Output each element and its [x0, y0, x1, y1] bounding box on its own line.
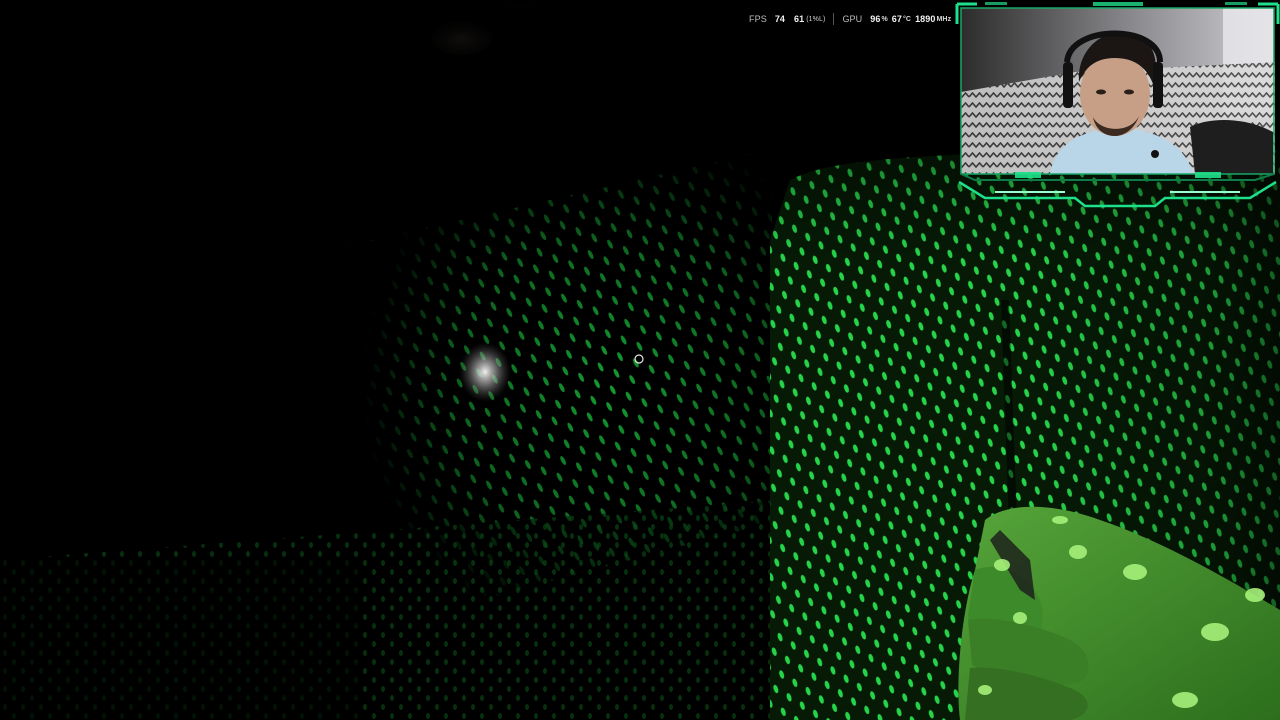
- fps-label: FPS: [749, 14, 767, 24]
- crosshair-icon: [634, 354, 644, 364]
- game-viewport[interactable]: FPS 74 61 (1%L) GPU 96 % 67 °C 1890 MHz: [0, 0, 1280, 720]
- fps-low-sub: (1%L): [806, 15, 826, 23]
- gpu-clock-unit: MHz: [936, 15, 952, 23]
- gpu-usage-unit: %: [881, 15, 888, 23]
- performance-overlay: FPS 74 61 (1%L) GPU 96 % 67 °C 1890 MHz: [749, 12, 955, 26]
- fps-value: 74: [774, 14, 786, 24]
- gpu-usage-value: 96: [870, 14, 881, 24]
- gpu-clock-value: 1890: [915, 14, 936, 24]
- gpu-temp-value: 67: [891, 14, 903, 24]
- gpu-temp-unit: °C: [903, 15, 912, 23]
- overlay-divider: [833, 13, 835, 25]
- fps-low-value: 61: [794, 14, 805, 24]
- webcam-feed: [955, 2, 1280, 208]
- gpu-label: GPU: [842, 14, 863, 24]
- webcam-overlay: [955, 2, 1280, 214]
